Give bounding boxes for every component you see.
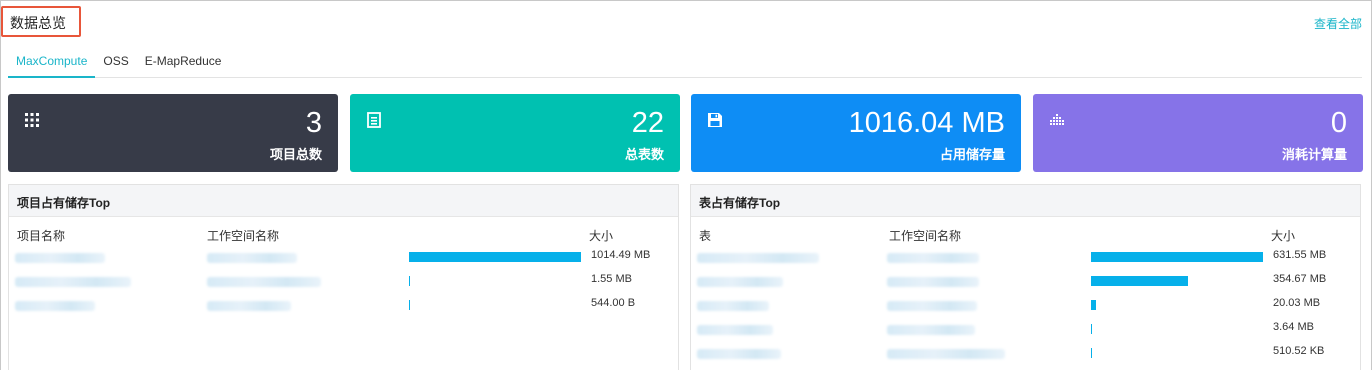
col-header-project-name: 项目名称 xyxy=(17,229,66,243)
panel-title: 项目占有储存Top xyxy=(9,185,678,217)
redacted-table-name xyxy=(697,325,773,335)
col-header-table: 表 xyxy=(699,229,712,243)
size-bar xyxy=(409,300,410,310)
card-table-count: 22 总表数 xyxy=(350,94,680,172)
redacted-table-name xyxy=(697,301,769,311)
table-row[interactable]: 631.55 MB xyxy=(691,249,1360,269)
col-header-size: 大小 xyxy=(589,229,614,243)
project-storage-top-panel: 项目占有储存Top 项目名称 工作空间名称 大小 1014.49 MB 1.55… xyxy=(8,184,679,370)
redacted-workspace-name xyxy=(887,277,979,287)
grid-icon xyxy=(25,113,39,127)
tab-bar: MaxCompute OSS E-MapReduce xyxy=(8,50,1362,78)
table-row[interactable]: 1.55 MB xyxy=(9,273,678,293)
tab-oss[interactable]: OSS xyxy=(95,50,136,78)
size-bar xyxy=(1091,300,1096,310)
card-value: 3 xyxy=(305,107,322,139)
redacted-project-name xyxy=(15,301,95,311)
card-label: 消耗计算量 xyxy=(1281,147,1347,162)
size-bar xyxy=(1091,348,1092,358)
redacted-workspace-name xyxy=(207,277,321,287)
document-list-icon xyxy=(367,112,381,128)
size-bar xyxy=(1091,276,1188,286)
redacted-table-name xyxy=(697,349,781,359)
table-row[interactable]: 20.03 MB xyxy=(691,297,1360,317)
size-value: 544.00 B xyxy=(591,297,636,309)
card-label: 项目总数 xyxy=(269,147,322,162)
card-project-count: 3 项目总数 xyxy=(8,94,338,172)
redacted-table-name xyxy=(697,277,783,287)
card-value: 1016.04 MB xyxy=(848,107,1005,139)
page-title: 数据总览 xyxy=(10,15,66,31)
redacted-workspace-name xyxy=(887,301,977,311)
table-row[interactable]: 354.67 MB xyxy=(691,273,1360,293)
card-label: 占用储存量 xyxy=(939,147,1005,162)
panel-title: 表占有储存Top xyxy=(691,185,1360,217)
compute-bars-icon xyxy=(1050,114,1064,125)
size-bar xyxy=(1091,252,1263,262)
size-value: 510.52 KB xyxy=(1273,345,1325,357)
redacted-table-name xyxy=(697,253,819,263)
card-compute-consumed: 0 消耗计算量 xyxy=(1033,94,1363,172)
size-value: 1.55 MB xyxy=(591,273,632,285)
redacted-project-name xyxy=(15,253,105,263)
size-bar xyxy=(1091,324,1092,334)
col-header-workspace: 工作空间名称 xyxy=(889,229,962,243)
size-bar xyxy=(409,276,410,286)
size-value: 354.67 MB xyxy=(1273,273,1327,285)
view-all-link[interactable]: 查看全部 xyxy=(1314,15,1362,32)
size-value: 631.55 MB xyxy=(1273,249,1327,261)
card-label: 总表数 xyxy=(624,147,664,162)
table-storage-top-panel: 表占有储存Top 表 工作空间名称 大小 631.55 MB 354.67 MB… xyxy=(690,184,1361,370)
card-value: 0 xyxy=(1330,107,1347,139)
tab-emapreduce[interactable]: E-MapReduce xyxy=(137,50,230,78)
table-row[interactable]: 544.00 B xyxy=(9,297,678,317)
table-row[interactable]: 3.64 MB xyxy=(691,321,1360,341)
size-value: 20.03 MB xyxy=(1273,297,1321,309)
table-row[interactable]: 510.52 KB xyxy=(691,345,1360,365)
size-value: 3.64 MB xyxy=(1273,321,1314,333)
redacted-workspace-name xyxy=(887,325,975,335)
redacted-workspace-name xyxy=(887,253,979,263)
save-disk-icon xyxy=(708,113,722,127)
redacted-project-name xyxy=(15,277,131,287)
card-value: 22 xyxy=(631,107,664,139)
redacted-workspace-name xyxy=(887,349,1005,359)
table-row[interactable]: 1014.49 MB xyxy=(9,249,678,269)
col-header-size: 大小 xyxy=(1271,229,1296,243)
col-header-workspace: 工作空间名称 xyxy=(207,229,280,243)
card-storage-used: 1016.04 MB 占用储存量 xyxy=(691,94,1021,172)
redacted-workspace-name xyxy=(207,301,291,311)
redacted-workspace-name xyxy=(207,253,297,263)
size-bar xyxy=(409,252,581,262)
size-value: 1014.49 MB xyxy=(591,249,651,261)
tab-maxcompute[interactable]: MaxCompute xyxy=(8,50,96,78)
